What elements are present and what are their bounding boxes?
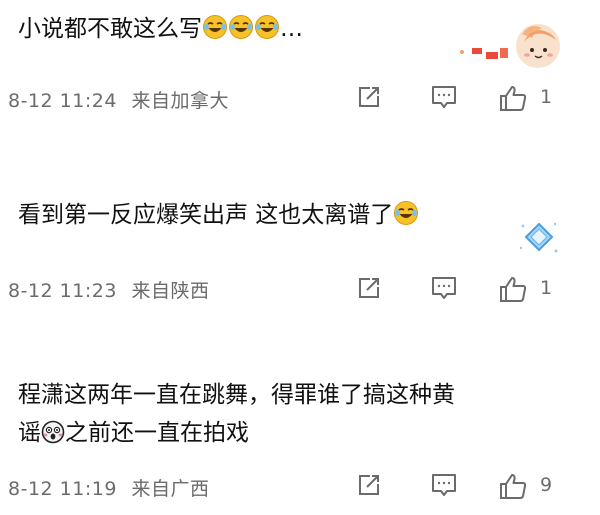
- comment-meta: 8-12 11:19 来自广西: [8, 474, 209, 501]
- shock-emoji-icon: [41, 420, 65, 454]
- peach-sticker-icon: [452, 18, 564, 78]
- comment-location: 来自广西: [131, 478, 210, 500]
- repost-button[interactable]: [356, 472, 382, 498]
- thumbs-up-icon: [500, 474, 527, 499]
- thumbs-up-icon: [500, 277, 527, 302]
- comment-text-line1: 程潇这两年一直在跳舞，得罪谁了搞这种黄: [18, 382, 455, 408]
- laugh-cry-emoji-icon: [254, 14, 280, 50]
- repost-icon: [359, 278, 379, 298]
- comment-icon: [432, 86, 456, 108]
- like-count: 1: [540, 86, 553, 108]
- like-count: 9: [540, 474, 553, 496]
- comment-icon: [432, 277, 456, 299]
- like-count: 1: [540, 277, 553, 299]
- laugh-cry-emoji-icon: [202, 14, 228, 50]
- comment-text-line2-end: 之前还一直在拍戏: [65, 420, 249, 446]
- comment-text-line2-start: 谣: [18, 420, 41, 446]
- comment-button[interactable]: [430, 84, 458, 110]
- comment-text-main: 看到第一反应爆笑出声 这也太离谱了: [18, 202, 394, 228]
- comment-icon: [432, 474, 456, 496]
- laugh-cry-emoji-icon: [393, 200, 419, 236]
- laugh-cry-emoji-icon: [228, 14, 254, 50]
- comment-location: 来自加拿大: [131, 90, 229, 112]
- like-button[interactable]: [498, 84, 528, 112]
- comment-text: 小说都不敢这么写 …: [18, 12, 303, 50]
- comment-time: 8-12 11:19: [8, 478, 117, 500]
- comment-text-ellipsis: …: [280, 16, 303, 42]
- repost-button[interactable]: [356, 275, 382, 301]
- repost-button[interactable]: [356, 84, 382, 110]
- diamond-badge-icon: [518, 218, 560, 262]
- comment-time: 8-12 11:23: [8, 280, 117, 302]
- comment-text-main: 小说都不敢这么写: [18, 16, 202, 42]
- comment-button[interactable]: [430, 472, 458, 498]
- comment-button[interactable]: [430, 275, 458, 301]
- like-button[interactable]: [498, 472, 528, 500]
- repost-icon: [359, 475, 379, 495]
- comment-time: 8-12 11:24: [8, 90, 117, 112]
- comment-text: 程潇这两年一直在跳舞，得罪谁了搞这种黄: [18, 378, 455, 412]
- comment-location: 来自陕西: [131, 280, 210, 302]
- comment-meta: 8-12 11:23 来自陕西: [8, 276, 209, 303]
- comment-text: 看到第一反应爆笑出声 这也太离谱了: [18, 198, 419, 236]
- thumbs-up-icon: [500, 86, 527, 111]
- comment-meta: 8-12 11:24 来自加拿大: [8, 86, 229, 113]
- like-button[interactable]: [498, 275, 528, 303]
- comment-text: 谣 之前还一直在拍戏: [18, 416, 249, 454]
- repost-icon: [359, 87, 379, 107]
